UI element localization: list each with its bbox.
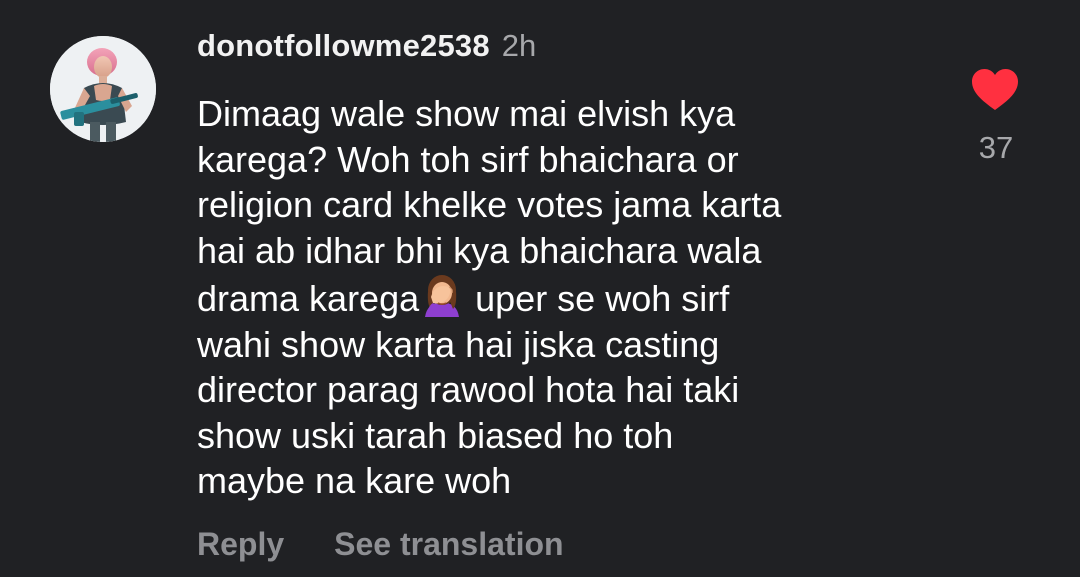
see-translation-button[interactable]: See translation (334, 526, 563, 563)
like-count: 37 (978, 130, 1014, 165)
comment-line: director parag rawool hota hai taki (197, 369, 740, 410)
avatar[interactable] (50, 36, 156, 142)
comment-text-segment: drama karega (197, 278, 420, 319)
username[interactable]: donotfollowme2538 (197, 28, 490, 64)
comment-line: maybe na kare woh (197, 460, 512, 501)
comment-actions: Reply See translation (197, 526, 564, 563)
timestamp: 2h (501, 28, 537, 63)
avatar-image (50, 36, 156, 142)
comment-text-segment: uper se woh sirf (465, 278, 730, 319)
comment-text: Dimaag wale show mai elvish kya karega? … (197, 91, 907, 504)
comment-header: donotfollowme2538 2h (197, 28, 917, 72)
comment-line: Dimaag wale show mai elvish kya (197, 93, 736, 134)
comment-line: show uski tarah biased ho toh (197, 414, 674, 456)
comment-line: hai ab idhar bhi kya bhaichara wala (197, 229, 762, 271)
reply-button[interactable]: Reply (197, 526, 284, 563)
comment-item: donotfollowme2538 2h Dimaag wale show ma… (0, 0, 1080, 577)
comment-line: karega? Woh toh sirf bhaichara or (197, 138, 739, 180)
comment-line: wahi show karta hai jiska casting (197, 323, 720, 365)
comment-content: donotfollowme2538 2h Dimaag wale show ma… (197, 28, 917, 562)
comment-line: religion card khelke votes jama karta (197, 184, 782, 225)
heart-icon[interactable] (971, 68, 1019, 112)
like-control[interactable]: 37 (960, 68, 1030, 166)
woman-facepalming-emoji (425, 275, 460, 317)
comment-line-with-emoji: drama karega uper se woh sirf (197, 273, 907, 322)
